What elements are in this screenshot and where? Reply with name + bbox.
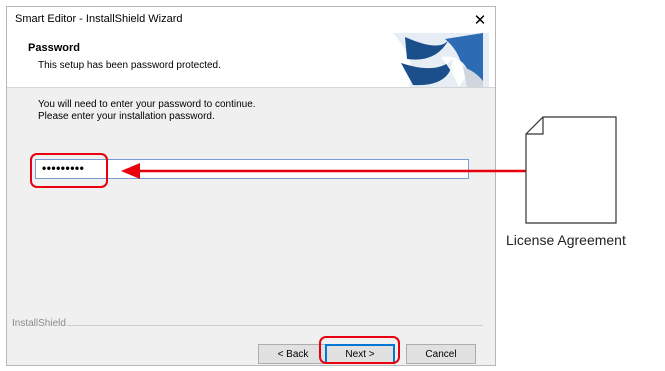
title-bar: Smart Editor - InstallShield Wizard ✕ (7, 7, 495, 33)
back-button-label: < Back (277, 348, 309, 360)
password-highlight-box (30, 153, 108, 188)
footer-divider (67, 325, 483, 326)
installshield-logo-icon (393, 33, 489, 87)
close-icon[interactable]: ✕ (465, 7, 495, 33)
window-title: Smart Editor - InstallShield Wizard (15, 13, 183, 25)
instruction-line-2: Please enter your installation password. (38, 111, 215, 122)
installshield-brand-label: InstallShield (12, 318, 70, 329)
header-title: Password (28, 42, 80, 54)
next-highlight-box (319, 336, 400, 364)
document-icon (525, 116, 617, 224)
instruction-line-1: You will need to enter your password to … (38, 99, 256, 110)
wizard-header: Password This setup has been password pr… (7, 33, 495, 88)
document-label: License Agreement (506, 232, 626, 248)
back-button[interactable]: < Back (258, 344, 328, 364)
cancel-button[interactable]: Cancel (406, 344, 476, 364)
header-subtitle: This setup has been password protected. (38, 60, 221, 71)
cancel-button-label: Cancel (425, 348, 457, 360)
stage: Smart Editor - InstallShield Wizard ✕ Pa… (0, 0, 665, 371)
